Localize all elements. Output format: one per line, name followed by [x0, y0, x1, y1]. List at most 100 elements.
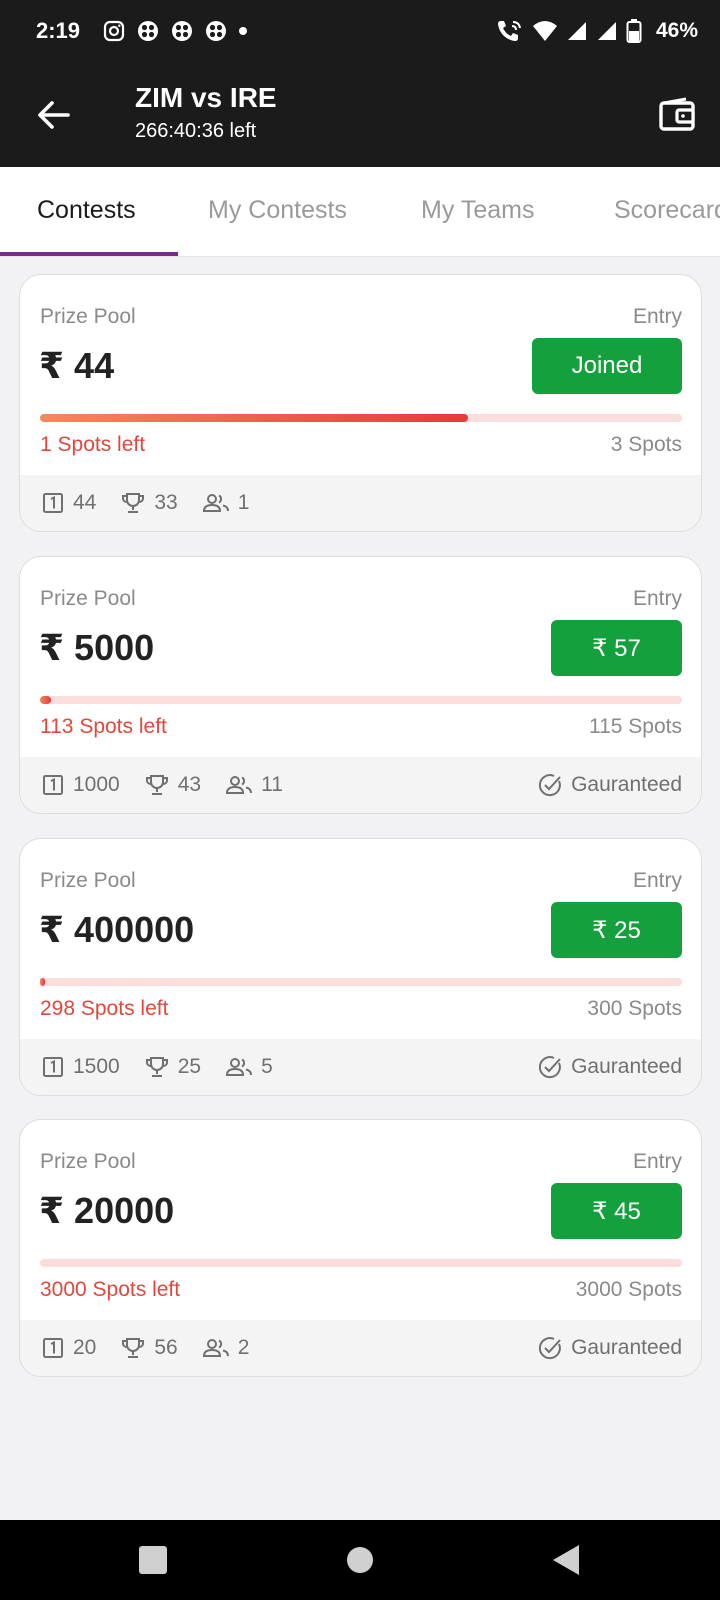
contest-card[interactable]: Prize Pool Entry ₹ 20000 ₹ 45 3000 Spots… — [19, 1119, 702, 1377]
total-spots-text: 300 Spots — [587, 997, 682, 1020]
guaranteed-badge: Gauranteed — [537, 772, 682, 798]
prize-pool-value: ₹ 400000 — [39, 909, 195, 950]
battery-percent: 46% — [655, 19, 698, 42]
arrow-left-icon — [38, 101, 70, 129]
spots-progress-fill — [40, 414, 469, 422]
entry-label: Entry — [632, 305, 682, 328]
spots-progress-fill — [40, 696, 51, 704]
guaranteed-badge: Gauranteed — [537, 1054, 682, 1080]
first-prize-icon — [43, 775, 63, 795]
first-prize-meta: 20 — [41, 1336, 96, 1360]
spots-progress-bar — [40, 414, 682, 422]
home-button[interactable] — [340, 1540, 380, 1580]
contest-card[interactable]: Prize Pool Entry ₹ 5000 ₹ 57 113 Spots l… — [19, 556, 702, 814]
system-back-button[interactable] — [546, 1540, 586, 1580]
recents-button[interactable] — [133, 1540, 173, 1580]
first-prize-meta: 1000 — [41, 773, 120, 797]
guaranteed-label: Gauranteed — [571, 1055, 682, 1078]
app-notification-icon — [172, 21, 193, 41]
team-limit-value: 11 — [261, 773, 283, 796]
check-circle-icon — [538, 1337, 561, 1360]
signal-icon — [597, 22, 616, 40]
system-navigation-bar — [0, 1520, 720, 1600]
trophy-icon — [122, 493, 145, 513]
trophy-icon — [122, 1338, 145, 1358]
spots-left-text: 3000 Spots left — [40, 1278, 181, 1301]
battery-icon — [626, 19, 642, 43]
square-icon — [139, 1546, 167, 1574]
team-limit-value: 2 — [237, 1336, 250, 1359]
spots-progress-bar — [40, 696, 682, 704]
circle-icon — [347, 1547, 373, 1573]
triangle-back-icon — [553, 1545, 579, 1575]
spots-progress-fill — [40, 978, 45, 986]
guaranteed-label: Gauranteed — [571, 773, 682, 796]
tab-my-contests[interactable]: My Contests — [208, 167, 347, 256]
first-prize-value: 1500 — [73, 1055, 120, 1078]
team-limit-value: 5 — [261, 1055, 273, 1078]
users-icon — [202, 1339, 229, 1357]
first-prize-meta: 1500 — [41, 1055, 120, 1079]
tab-contests[interactable]: Contests — [37, 167, 136, 256]
users-icon — [202, 494, 229, 512]
winners-value: 43 — [177, 773, 202, 796]
total-spots-text: 115 Spots — [588, 715, 682, 738]
team-limit-value: 1 — [237, 491, 250, 514]
tab-my-teams[interactable]: My Teams — [421, 167, 534, 256]
prize-pool-label: Prize Pool — [40, 1150, 136, 1173]
joined-button[interactable]: Joined — [532, 338, 682, 394]
active-tab-indicator — [0, 252, 178, 256]
first-prize-icon — [43, 493, 63, 513]
winners-value: 56 — [154, 1336, 178, 1359]
entry-fee-button[interactable]: ₹ 45 — [551, 1183, 682, 1239]
contest-footer: 44 33 1 — [20, 475, 701, 531]
status-bar: 2:19 46% — [0, 0, 720, 62]
app-notification-icon — [206, 21, 227, 41]
first-prize-meta: 44 — [41, 491, 96, 515]
contest-card[interactable]: Prize Pool Entry ₹ 400000 ₹ 25 298 Spots… — [19, 838, 702, 1096]
entry-fee-button[interactable]: ₹ 25 — [551, 902, 682, 958]
team-limit-meta: 1 — [202, 491, 250, 515]
guaranteed-badge: Gauranteed — [537, 1335, 682, 1361]
prize-pool-value: ₹ 44 — [39, 345, 115, 386]
spots-progress-bar — [40, 1259, 682, 1267]
team-limit-meta: 5 — [225, 1055, 273, 1079]
first-prize-value: 44 — [73, 491, 97, 514]
contest-card[interactable]: Prize Pool Entry ₹ 44 Joined 1 Spots lef… — [19, 274, 702, 532]
app-bar: ZIM vs IRE 266:40:36 left — [0, 62, 720, 167]
spots-progress-bar — [40, 978, 682, 986]
notification-icons — [102, 19, 248, 43]
contest-footer: 20 56 2 Gauranteed — [20, 1320, 701, 1376]
spots-left-text: 298 Spots left — [40, 997, 169, 1020]
winners-value: 25 — [177, 1055, 202, 1078]
total-spots-text: 3000 Spots — [575, 1278, 682, 1301]
trophy-icon — [145, 775, 168, 795]
prize-pool-label: Prize Pool — [40, 587, 136, 610]
first-prize-value: 20 — [73, 1336, 97, 1359]
tab-bar: Contests My Contests My Teams Scorecard — [0, 167, 720, 257]
winners-meta: 33 — [120, 491, 178, 515]
entry-fee-button[interactable]: ₹ 57 — [551, 620, 682, 676]
status-time: 2:19 — [36, 18, 81, 43]
wifi-icon — [532, 21, 557, 41]
back-button[interactable] — [28, 90, 78, 140]
tab-scorecard[interactable]: Scorecard — [614, 167, 720, 256]
wallet-icon — [659, 97, 695, 131]
prize-pool-value: ₹ 20000 — [39, 1190, 175, 1231]
entry-label: Entry — [632, 1150, 682, 1173]
winners-meta: 25 — [144, 1055, 201, 1079]
winners-meta: 43 — [144, 773, 201, 797]
spots-left-text: 1 Spots left — [40, 433, 146, 456]
spots-left-text: 113 Spots left — [40, 715, 167, 738]
wallet-button[interactable] — [652, 90, 702, 140]
team-limit-meta: 11 — [225, 773, 283, 797]
entry-label: Entry — [632, 587, 682, 610]
system-icons: 46% — [496, 18, 698, 44]
entry-label: Entry — [632, 869, 682, 892]
check-circle-icon — [538, 1056, 561, 1079]
wifi-calling-icon — [497, 21, 521, 41]
users-icon — [226, 776, 253, 794]
app-notification-icon — [138, 21, 159, 41]
first-prize-icon — [43, 1057, 63, 1077]
contest-footer: 1500 25 5 Gauranteed — [20, 1039, 701, 1095]
